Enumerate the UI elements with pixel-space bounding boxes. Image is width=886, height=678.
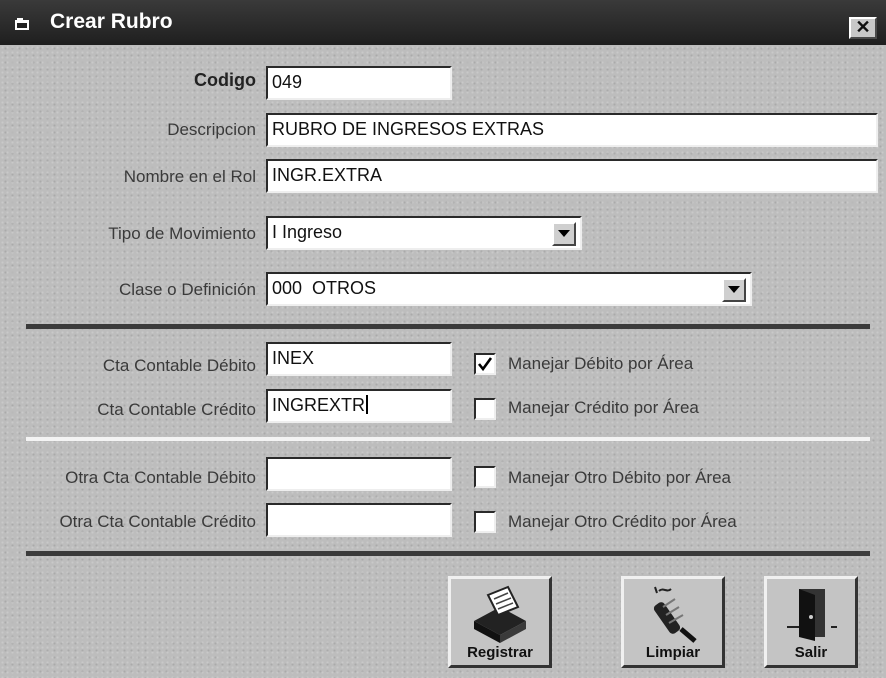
limpiar-label: Limpiar (645, 644, 701, 661)
card-file-icon (474, 585, 526, 643)
manejar-debito-label[interactable]: Manejar Débito por Área (508, 354, 693, 374)
manejar-otro-debito-checkbox[interactable] (474, 466, 496, 488)
separator-2 (26, 437, 870, 441)
cta-credito-label: Cta Contable Crédito (97, 400, 256, 419)
broom-icon (653, 586, 697, 643)
otra-cta-debito-field[interactable] (266, 457, 452, 491)
codigo-field[interactable]: 049 (266, 66, 452, 100)
separator-3 (26, 551, 870, 556)
text-cursor (366, 395, 369, 414)
cta-debito-label: Cta Contable Débito (102, 356, 256, 375)
clase-definicion-dropdown-button[interactable] (722, 278, 746, 302)
separator-1 (26, 324, 870, 329)
manejar-otro-credito-label[interactable]: Manejar Otro Crédito por Área (508, 512, 737, 532)
crear-rubro-window: Crear Rubro ✕ Codigo 049 Descripcion RUB… (0, 0, 886, 678)
otra-cta-debito-label: Otra Cta Contable Débito (65, 468, 256, 487)
limpiar-button[interactable]: Limpiar (621, 576, 725, 668)
checkmark-icon (477, 357, 493, 372)
codigo-label: Codigo (194, 70, 256, 90)
dropdown-arrow-icon (728, 286, 740, 293)
tipo-movimiento-label: Tipo de Movimiento (108, 224, 256, 243)
manejar-otro-credito-checkbox[interactable] (474, 511, 496, 533)
tipo-movimiento-value: I Ingreso (272, 222, 343, 242)
manejar-credito-label[interactable]: Manejar Crédito por Área (508, 398, 699, 418)
manejar-credito-checkbox[interactable] (474, 398, 496, 420)
manejar-debito-checkbox[interactable] (474, 353, 496, 375)
salir-button[interactable]: Salir (764, 576, 858, 668)
door-exit-icon (787, 589, 837, 641)
descripcion-label: Descripcion (167, 120, 256, 139)
dropdown-arrow-icon (558, 230, 570, 237)
registrar-label: Registrar (467, 644, 533, 661)
clase-definicion-select[interactable]: 000 OTROS (266, 272, 752, 306)
tipo-movimiento-dropdown-button[interactable] (552, 222, 576, 246)
window-app-icon (14, 18, 32, 32)
otra-cta-credito-label: Otra Cta Contable Crédito (59, 512, 256, 531)
cta-debito-field[interactable]: INEX (266, 342, 452, 376)
tipo-movimiento-select[interactable]: I Ingreso (266, 216, 582, 250)
salir-label: Salir (794, 644, 828, 661)
cta-credito-value: INGREXTR (272, 395, 366, 415)
nombre-rol-field[interactable]: INGR.EXTRA (266, 159, 878, 193)
clase-definicion-label: Clase o Definición (118, 280, 256, 299)
close-button[interactable]: ✕ (849, 17, 877, 39)
clase-definicion-value: 000 OTROS (272, 278, 377, 298)
otra-cta-credito-field[interactable] (266, 503, 452, 537)
descripcion-field[interactable]: RUBRO DE INGRESOS EXTRAS (266, 113, 878, 147)
nombre-rol-label: Nombre en el Rol (123, 167, 256, 186)
cta-credito-field[interactable]: INGREXTR (266, 389, 452, 423)
title-bar[interactable]: Crear Rubro ✕ (0, 0, 886, 45)
manejar-otro-debito-label[interactable]: Manejar Otro Débito por Área (508, 468, 731, 488)
window-title: Crear Rubro (50, 10, 173, 33)
registrar-button[interactable]: Registrar (448, 576, 552, 668)
